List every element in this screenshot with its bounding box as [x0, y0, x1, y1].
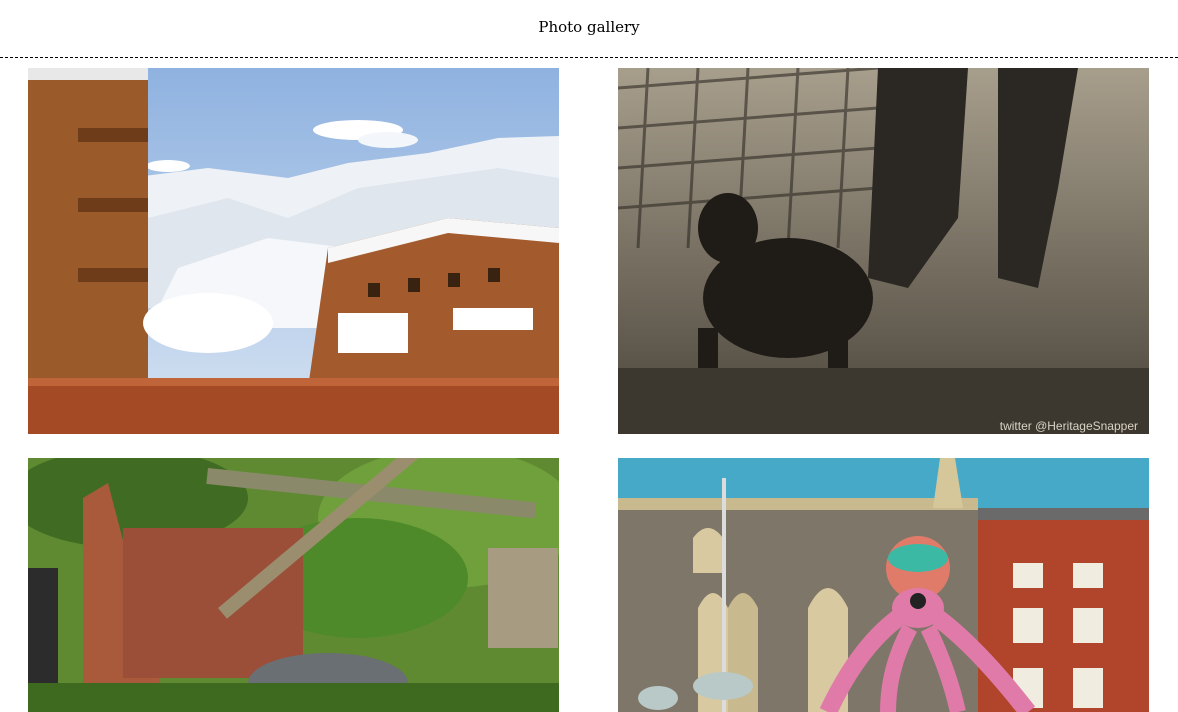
- photo-octopus-sculpture-image: [618, 458, 1149, 712]
- gallery-photo-collapsed-shed[interactable]: [28, 458, 559, 712]
- photo-collapsed-shed-image: [28, 458, 559, 712]
- photo-watermark: twitter @HeritageSnapper: [1000, 419, 1138, 433]
- photo-mountain-chalets-image: [28, 68, 559, 434]
- gallery-header: Photo gallery: [0, 0, 1178, 58]
- gallery-photo-dog-sprinkler[interactable]: twitter @HeritageSnapper: [618, 68, 1149, 434]
- gallery-photo-mountain-chalets[interactable]: [28, 68, 559, 434]
- photo-dog-sprinkler-image: twitter @HeritageSnapper: [618, 68, 1149, 434]
- page-title: Photo gallery: [538, 18, 640, 36]
- gallery-photo-octopus-sculpture[interactable]: [618, 458, 1149, 712]
